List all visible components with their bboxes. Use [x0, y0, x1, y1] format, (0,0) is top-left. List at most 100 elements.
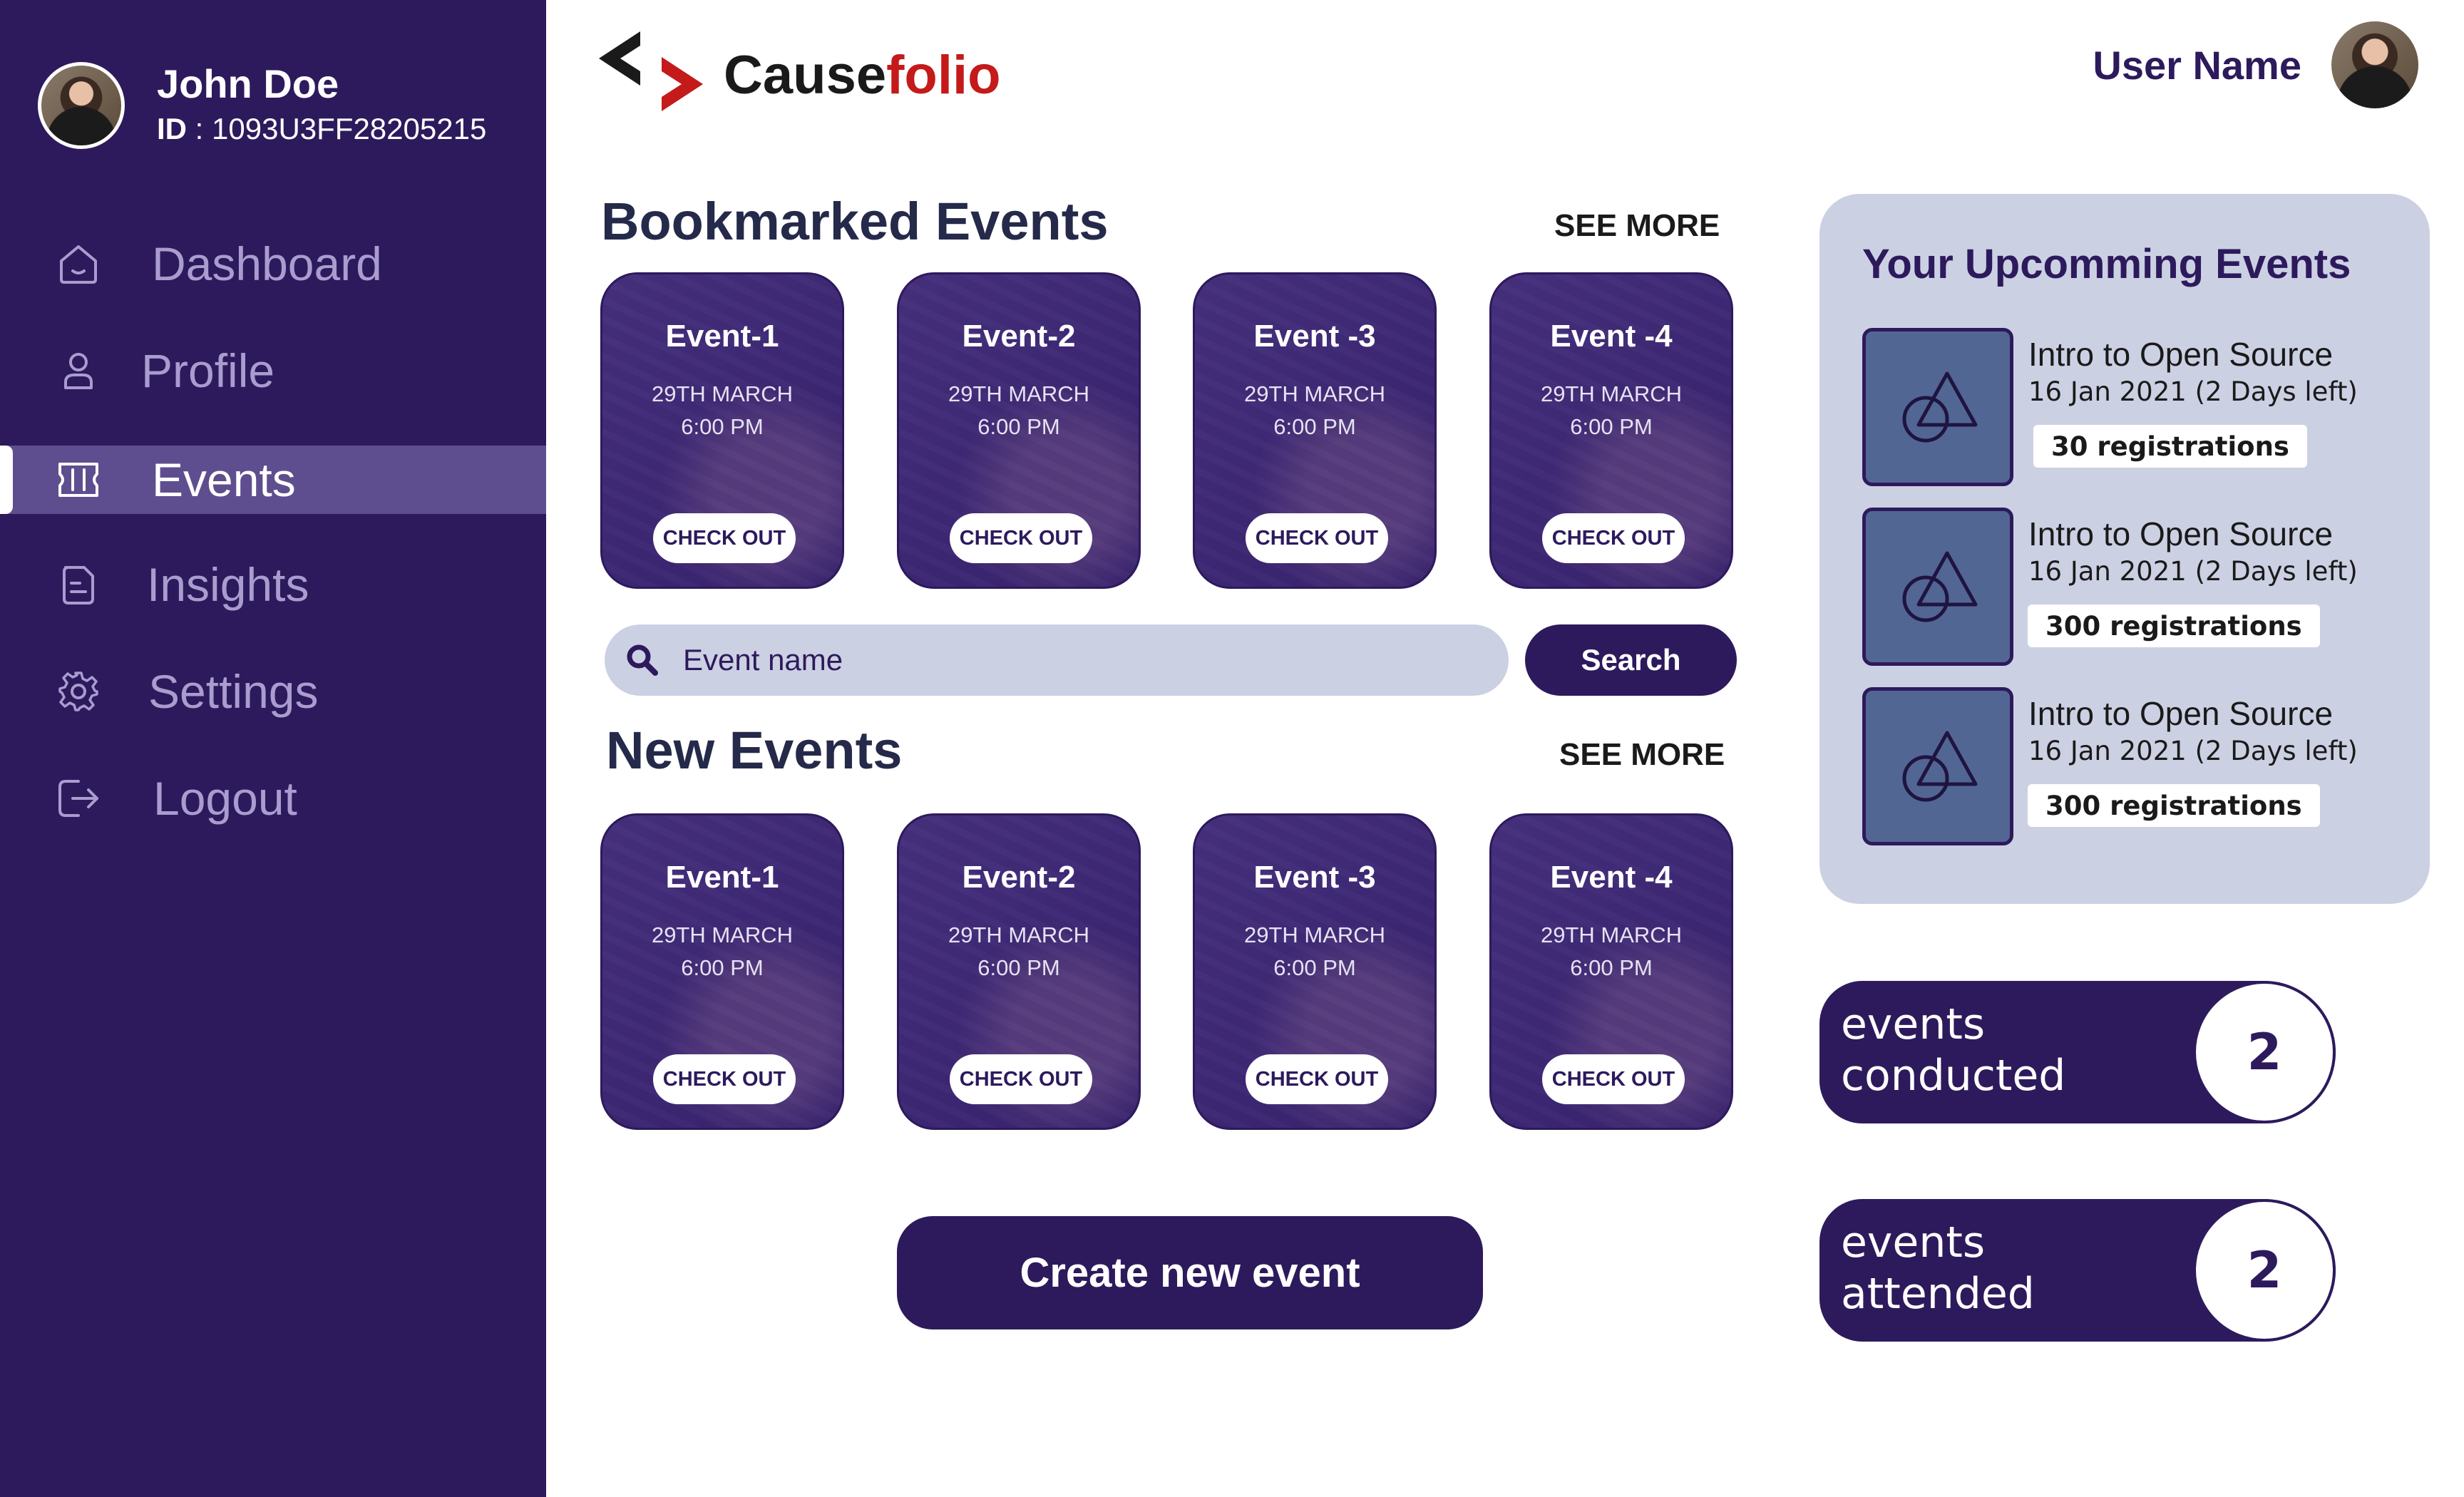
event-date: 29TH MARCH — [948, 922, 1090, 947]
shapes-placeholder-icon — [1862, 508, 2013, 666]
sidebar-item-label: Insights — [147, 558, 309, 611]
profile-id-label: ID — [157, 111, 187, 145]
sidebar: John Doe ID : 1093U3FF28205215 Dashboard… — [0, 0, 546, 1497]
event-title: Event-1 — [665, 860, 779, 895]
event-title: Event-1 — [665, 319, 779, 354]
event-title: Event-2 — [962, 319, 1076, 354]
event-card[interactable]: Event -3 29TH MARCH 6:00 PM CHECK OUT — [1193, 813, 1437, 1130]
search-icon — [622, 640, 662, 680]
upcoming-event-item[interactable]: Intro to Open Source 16 Jan 2021 (2 Days… — [1862, 687, 2404, 848]
logo-mark-icon — [599, 29, 706, 121]
upcoming-events-panel: Your Upcomming Events Intro to Open Sour… — [1819, 194, 2430, 904]
profile-name: John Doe — [157, 61, 339, 106]
sidebar-item-label: Logout — [153, 772, 297, 825]
causefolio-logo[interactable]: Causefolio — [599, 29, 1001, 121]
user-menu[interactable]: User Name — [2093, 21, 2418, 108]
event-title: Event -3 — [1253, 860, 1376, 895]
event-time: 6:00 PM — [681, 955, 764, 980]
registrations-badge: 30 registrations — [2033, 425, 2307, 468]
event-date: 29TH MARCH — [1540, 381, 1683, 406]
home-icon — [53, 239, 103, 289]
event-date: 29TH MARCH — [948, 381, 1090, 406]
gear-icon — [53, 667, 103, 716]
check-out-button[interactable]: CHECK OUT — [1246, 513, 1388, 563]
profile-id: ID : 1093U3FF28205215 — [157, 111, 487, 145]
sidebar-item-label: Profile — [141, 344, 275, 397]
check-out-button[interactable]: CHECK OUT — [1246, 1054, 1388, 1104]
event-time: 6:00 PM — [977, 414, 1060, 439]
event-date: 29TH MARCH — [651, 922, 794, 947]
shapes-placeholder-icon — [1862, 328, 2013, 486]
create-new-event-button[interactable]: Create new event — [897, 1216, 1483, 1329]
upcoming-event-name: Intro to Open Source — [2028, 336, 2334, 373]
search-input[interactable] — [683, 624, 1482, 696]
stat-label: events conducted — [1841, 999, 2066, 1101]
event-time: 6:00 PM — [977, 955, 1060, 980]
check-out-button[interactable]: CHECK OUT — [653, 513, 796, 563]
profile-text: John Doe ID : 1093U3FF28205215 — [157, 61, 486, 150]
new-events-list: Event-1 29TH MARCH 6:00 PM CHECK OUT Eve… — [600, 813, 1733, 1130]
event-time: 6:00 PM — [681, 414, 764, 439]
user-icon — [53, 346, 103, 396]
check-out-button[interactable]: CHECK OUT — [950, 1054, 1092, 1104]
event-card[interactable]: Event -4 29TH MARCH 6:00 PM CHECK OUT — [1489, 813, 1733, 1130]
sidebar-item-label: Events — [152, 453, 296, 506]
ticket-icon — [53, 455, 103, 505]
sidebar-item-events[interactable]: Events — [0, 446, 546, 514]
sidebar-item-profile[interactable]: Profile — [0, 336, 546, 405]
event-time: 6:00 PM — [1273, 414, 1356, 439]
bookmarked-see-more-link[interactable]: SEE MORE — [1554, 208, 1720, 244]
profile-id-value: 1093U3FF28205215 — [212, 111, 487, 145]
sidebar-item-logout[interactable]: Logout — [0, 764, 546, 833]
document-icon — [53, 560, 103, 609]
sidebar-item-label: Settings — [148, 665, 319, 718]
event-card[interactable]: Event -3 29TH MARCH 6:00 PM CHECK OUT — [1193, 272, 1437, 589]
upcoming-event-date: 16 Jan 2021 (2 Days left) — [2028, 376, 2358, 407]
event-date: 29TH MARCH — [1540, 922, 1683, 947]
event-title: Event-2 — [962, 860, 1076, 895]
events-conducted-stat: events conducted 2 — [1819, 981, 2336, 1123]
new-events-see-more-link[interactable]: SEE MORE — [1559, 737, 1725, 773]
search-button[interactable]: Search — [1525, 624, 1737, 696]
event-date: 29TH MARCH — [1243, 381, 1386, 406]
sidebar-item-insights[interactable]: Insights — [0, 550, 546, 619]
search-bar — [605, 624, 1509, 696]
event-date: 29TH MARCH — [1243, 922, 1386, 947]
event-time: 6:00 PM — [1570, 955, 1653, 980]
event-time: 6:00 PM — [1570, 414, 1653, 439]
event-card[interactable]: Event-1 29TH MARCH 6:00 PM CHECK OUT — [600, 813, 844, 1130]
event-card[interactable]: Event-1 29TH MARCH 6:00 PM CHECK OUT — [600, 272, 844, 589]
check-out-button[interactable]: CHECK OUT — [1542, 513, 1685, 563]
sidebar-item-dashboard[interactable]: Dashboard — [0, 230, 546, 298]
check-out-button[interactable]: CHECK OUT — [1542, 1054, 1685, 1104]
event-title: Event -4 — [1550, 860, 1673, 895]
logo-text-main: Cause — [724, 44, 887, 106]
stat-value: 2 — [2193, 1199, 2336, 1342]
upcoming-events-title: Your Upcomming Events — [1862, 241, 2351, 287]
event-card[interactable]: Event -4 29TH MARCH 6:00 PM CHECK OUT — [1489, 272, 1733, 589]
event-date: 29TH MARCH — [651, 381, 794, 406]
logo-text-accent: folio — [886, 44, 1001, 106]
event-card[interactable]: Event-2 29TH MARCH 6:00 PM CHECK OUT — [897, 272, 1141, 589]
bookmarked-events-title: Bookmarked Events — [601, 192, 1109, 251]
upcoming-event-name: Intro to Open Source — [2028, 695, 2334, 732]
stat-value: 2 — [2193, 981, 2336, 1123]
check-out-button[interactable]: CHECK OUT — [653, 1054, 796, 1104]
sidebar-item-label: Dashboard — [152, 237, 382, 290]
upcoming-event-item[interactable]: Intro to Open Source 16 Jan 2021 (2 Days… — [1862, 508, 2404, 668]
avatar[interactable] — [38, 61, 125, 149]
events-attended-stat: events attended 2 — [1819, 1199, 2336, 1342]
event-card[interactable]: Event-2 29TH MARCH 6:00 PM CHECK OUT — [897, 813, 1141, 1130]
event-title: Event -3 — [1253, 319, 1376, 354]
event-title: Event -4 — [1550, 319, 1673, 354]
upcoming-event-item[interactable]: Intro to Open Source 16 Jan 2021 (2 Days… — [1862, 328, 2404, 488]
user-name: User Name — [2093, 42, 2301, 88]
sidebar-item-settings[interactable]: Settings — [0, 657, 546, 726]
upcoming-event-name: Intro to Open Source — [2028, 515, 2334, 552]
logo-text: Causefolio — [724, 44, 1001, 106]
avatar[interactable] — [2331, 21, 2418, 108]
stat-label: events attended — [1841, 1218, 2035, 1319]
check-out-button[interactable]: CHECK OUT — [950, 513, 1092, 563]
bookmarked-events-list: Event-1 29TH MARCH 6:00 PM CHECK OUT Eve… — [600, 272, 1733, 589]
event-time: 6:00 PM — [1273, 955, 1356, 980]
